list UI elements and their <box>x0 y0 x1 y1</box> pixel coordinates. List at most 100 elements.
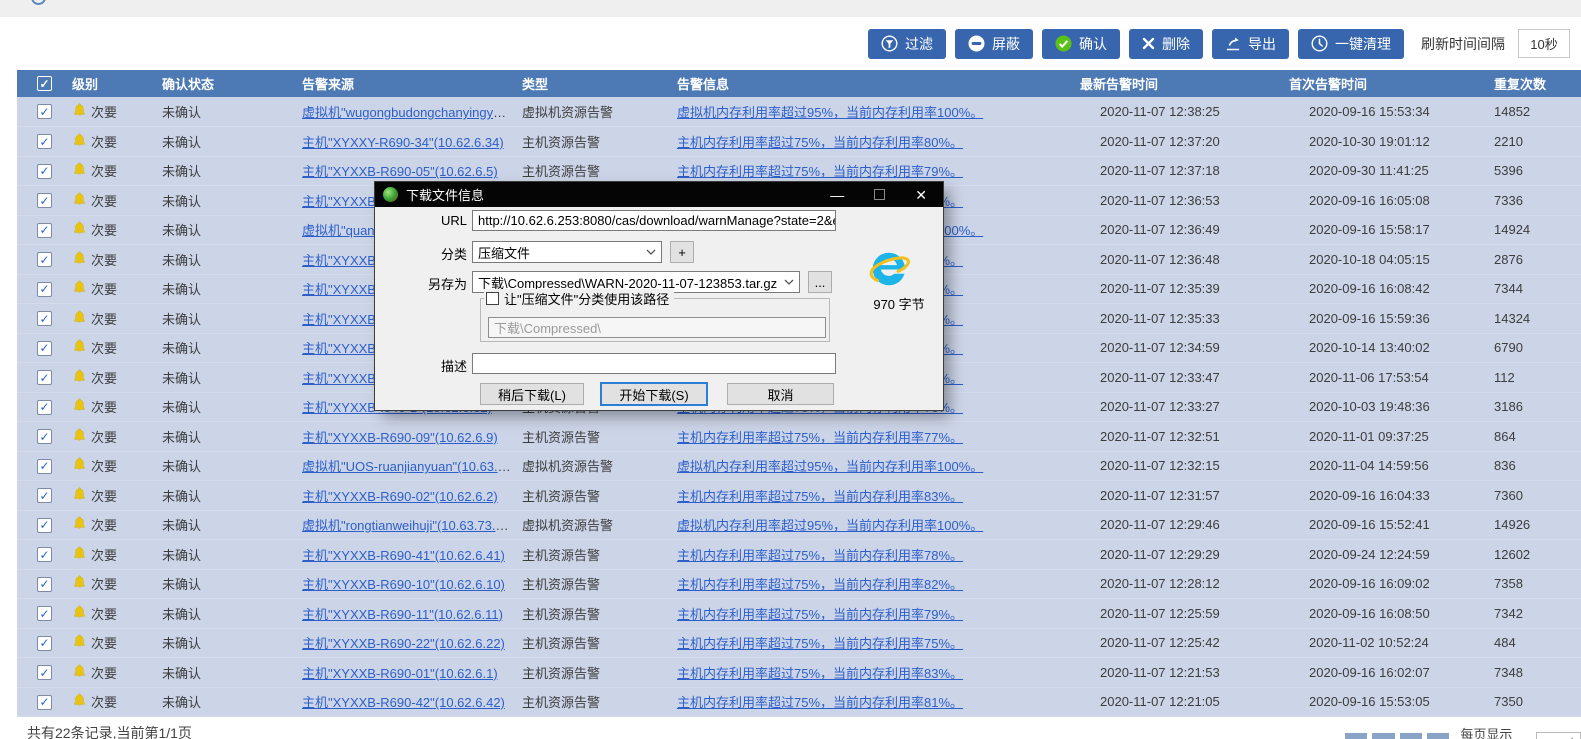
alarm-source-link[interactable]: 主机"XYXXB-R690-41"(10.62.6.41) <box>302 548 505 563</box>
level-text: 次要 <box>91 547 118 563</box>
row-checkbox[interactable]: ✓ <box>37 399 52 415</box>
alarm-message-link[interactable]: 主机内存利用率超过75%，当前内存利用率81%。 <box>677 695 963 710</box>
col-repeat-count[interactable]: 重复次数 <box>1484 70 1581 97</box>
toolbar-button-过滤[interactable]: 过滤 <box>868 28 946 59</box>
alarm-source-cell: 主机"XYXXB-R690-02"(10.62.6.2) <box>292 480 512 511</box>
url-input[interactable]: http://10.62.6.253:8080/cas/download/war… <box>472 210 836 231</box>
cancel-button[interactable]: 取消 <box>727 383 834 405</box>
maximize-icon[interactable] <box>874 189 886 200</box>
last-page-button[interactable]: » <box>1427 733 1450 739</box>
toolbar-button-导出[interactable]: 导出 <box>1212 28 1289 59</box>
level-wrap: 次要 <box>72 604 117 623</box>
row-checkbox[interactable]: ✓ <box>37 340 52 356</box>
alarm-source-link[interactable]: 主机"XYXXB-R690-10"(10.62.6.10) <box>302 577 505 592</box>
alarm-source-link[interactable]: 主机"XYXXB-R690-42"(10.62.6.42) <box>302 695 505 710</box>
alarm-message-link[interactable]: 主机内存利用率超过75%，当前内存利用率82%。 <box>677 577 963 592</box>
minimize-icon[interactable]: — <box>830 188 844 202</box>
alarm-message-link[interactable]: 主机内存利用率超过75%，当前内存利用率83%。 <box>677 666 963 681</box>
level-wrap: 次要 <box>72 663 117 682</box>
row-checkbox[interactable]: ✓ <box>37 163 52 179</box>
alarm-source-link[interactable]: 虚拟机"rongtianweihuji"(10.63.73.29) <box>302 518 512 533</box>
col-alarm-message[interactable]: 告警信息 <box>667 70 1070 97</box>
row-checkbox[interactable]: ✓ <box>37 104 52 120</box>
toolbar-button-确认[interactable]: 确认 <box>1042 28 1120 59</box>
select-all-checkbox[interactable]: ✓ <box>37 76 52 92</box>
alarm-message-link[interactable]: 主机内存利用率超过75%，当前内存利用率78%。 <box>677 548 963 563</box>
chevron-down-icon <box>646 249 656 255</box>
description-input[interactable] <box>472 353 836 374</box>
row-checkbox[interactable]: ✓ <box>37 429 52 444</box>
row-checkbox[interactable]: ✓ <box>37 281 52 297</box>
level-wrap: 次要 <box>72 309 117 328</box>
toolbar-button-屏蔽[interactable]: 屏蔽 <box>955 28 1033 59</box>
alarm-source-link[interactable]: 虚拟机"UOS-ruanjianyuan"(10.63.73.86) <box>302 459 512 474</box>
alarm-message-cell: 主机内存利用率超过75%，当前内存利用率83%。 <box>667 480 1070 511</box>
ack-status-cell: 未确认 <box>152 126 292 157</box>
add-category-button[interactable]: + <box>670 241 694 263</box>
alarm-source-link[interactable]: 主机"XYXXB-R690-22"(10.62.6.22) <box>302 636 505 651</box>
toolbar-button-一键清理[interactable]: 一键清理 <box>1298 28 1404 59</box>
download-later-button[interactable]: 稍后下载(L) <box>480 383 584 405</box>
repeat-count-cell: 112 <box>1484 362 1581 393</box>
alarm-source-link[interactable]: 主机"XYXXY-R690-34"(10.62.6.34) <box>302 135 504 150</box>
row-checkbox[interactable]: ✓ <box>37 252 52 267</box>
alarm-source-link[interactable]: 主机"XYXXB-R690-05"(10.62.6.5) <box>302 164 498 179</box>
alarm-message-link[interactable]: 主机内存利用率超过75%，当前内存利用率79%。 <box>677 607 963 622</box>
row-checkbox[interactable]: ✓ <box>37 576 52 592</box>
level-wrap: 次要 <box>72 515 117 534</box>
row-checkbox[interactable]: ✓ <box>37 458 52 474</box>
alarm-message-link[interactable]: 主机内存利用率超过75%，当前内存利用率77%。 <box>677 430 963 445</box>
refresh-interval-select[interactable]: 10秒 <box>1518 29 1570 58</box>
col-first-time[interactable]: 首次告警时间 <box>1279 70 1484 97</box>
dialog-titlebar[interactable]: 下载文件信息 — ✕ <box>375 182 943 207</box>
prev-page-button[interactable]: ‹ <box>1372 733 1395 739</box>
row-checkbox[interactable]: ✓ <box>37 606 52 621</box>
alarm-message-link[interactable]: 主机内存利用率超过75%，当前内存利用率79%。 <box>677 164 963 179</box>
alarm-source-link[interactable]: 虚拟机"wugongbudongchanyingyongfuwuqi"(10.6… <box>302 105 512 120</box>
row-checkbox[interactable]: ✓ <box>37 517 52 533</box>
row-checkbox[interactable]: ✓ <box>37 193 52 208</box>
level-wrap: 次要 <box>72 427 117 446</box>
browse-button[interactable]: ... <box>808 271 832 293</box>
row-checkbox[interactable]: ✓ <box>37 134 52 149</box>
alarm-source-cell: 主机"XYXXB-R690-09"(10.62.6.9) <box>292 421 512 452</box>
col-alarm-source[interactable]: 告警来源 <box>292 70 512 97</box>
row-checkbox[interactable]: ✓ <box>37 665 52 680</box>
row-checkbox[interactable]: ✓ <box>37 547 52 562</box>
row-checkbox[interactable]: ✓ <box>37 635 52 651</box>
next-page-button[interactable]: › <box>1399 733 1423 739</box>
row-checkbox[interactable]: ✓ <box>37 311 52 326</box>
alarm-message-link[interactable]: 虚拟机内存利用率超过95%，当前内存利用率100%。 <box>677 459 983 474</box>
alarm-source-link[interactable]: 主机"XYXXB-R690-02"(10.62.6.2) <box>302 489 498 504</box>
repeat-count-cell: 7350 <box>1484 687 1581 717</box>
alarm-source-link[interactable]: 主机"XYXXB-R690-09"(10.62.6.9) <box>302 430 498 445</box>
level-wrap: 次要 <box>72 338 117 357</box>
alarm-message-link[interactable]: 主机内存利用率超过75%，当前内存利用率83%。 <box>677 489 963 504</box>
alarm-message-link[interactable]: 主机内存利用率超过75%，当前内存利用率75%。 <box>677 636 963 651</box>
toolbar-button-删除[interactable]: 删除 <box>1129 28 1203 59</box>
row-checkbox[interactable]: ✓ <box>37 222 52 238</box>
use-path-row: 让"压缩文件"分类使用该路径 <box>484 289 675 308</box>
alarm-message-link[interactable]: 虚拟机内存利用率超过95%，当前内存利用率100%。 <box>677 105 983 120</box>
col-level[interactable]: 级别 <box>62 70 152 97</box>
alarm-source-link[interactable]: 主机"XYXXB-R690-01"(10.62.6.1) <box>302 666 498 681</box>
first-time-cell: 2020-11-01 09:37:25 <box>1279 421 1484 452</box>
col-type[interactable]: 类型 <box>512 70 667 97</box>
row-checkbox[interactable]: ✓ <box>37 370 52 385</box>
page-size-select[interactable]: 20 ▲▼ <box>1536 732 1581 739</box>
first-page-button[interactable]: « <box>1345 733 1368 739</box>
level-cell: 次要 <box>62 244 152 275</box>
alarm-type-cell: 主机资源告警 <box>512 480 667 511</box>
alarm-message-cell: 主机内存利用率超过75%，当前内存利用率83%。 <box>667 657 1070 688</box>
row-checkbox[interactable]: ✓ <box>37 694 52 710</box>
close-icon[interactable]: ✕ <box>915 188 927 202</box>
category-dropdown[interactable]: 压缩文件 <box>472 241 662 263</box>
col-ack-status[interactable]: 确认状态 <box>152 70 292 97</box>
alarm-message-link[interactable]: 主机内存利用率超过75%，当前内存利用率80%。 <box>677 135 963 150</box>
use-path-checkbox[interactable] <box>486 292 499 305</box>
row-checkbox[interactable]: ✓ <box>37 488 52 503</box>
start-download-button[interactable]: 开始下载(S) <box>600 382 708 406</box>
col-latest-time[interactable]: 最新告警时间 <box>1070 70 1279 97</box>
alarm-message-link[interactable]: 虚拟机内存利用率超过95%，当前内存利用率100%。 <box>677 518 983 533</box>
alarm-source-link[interactable]: 主机"XYXXB-R690-11"(10.62.6.11) <box>302 607 503 622</box>
